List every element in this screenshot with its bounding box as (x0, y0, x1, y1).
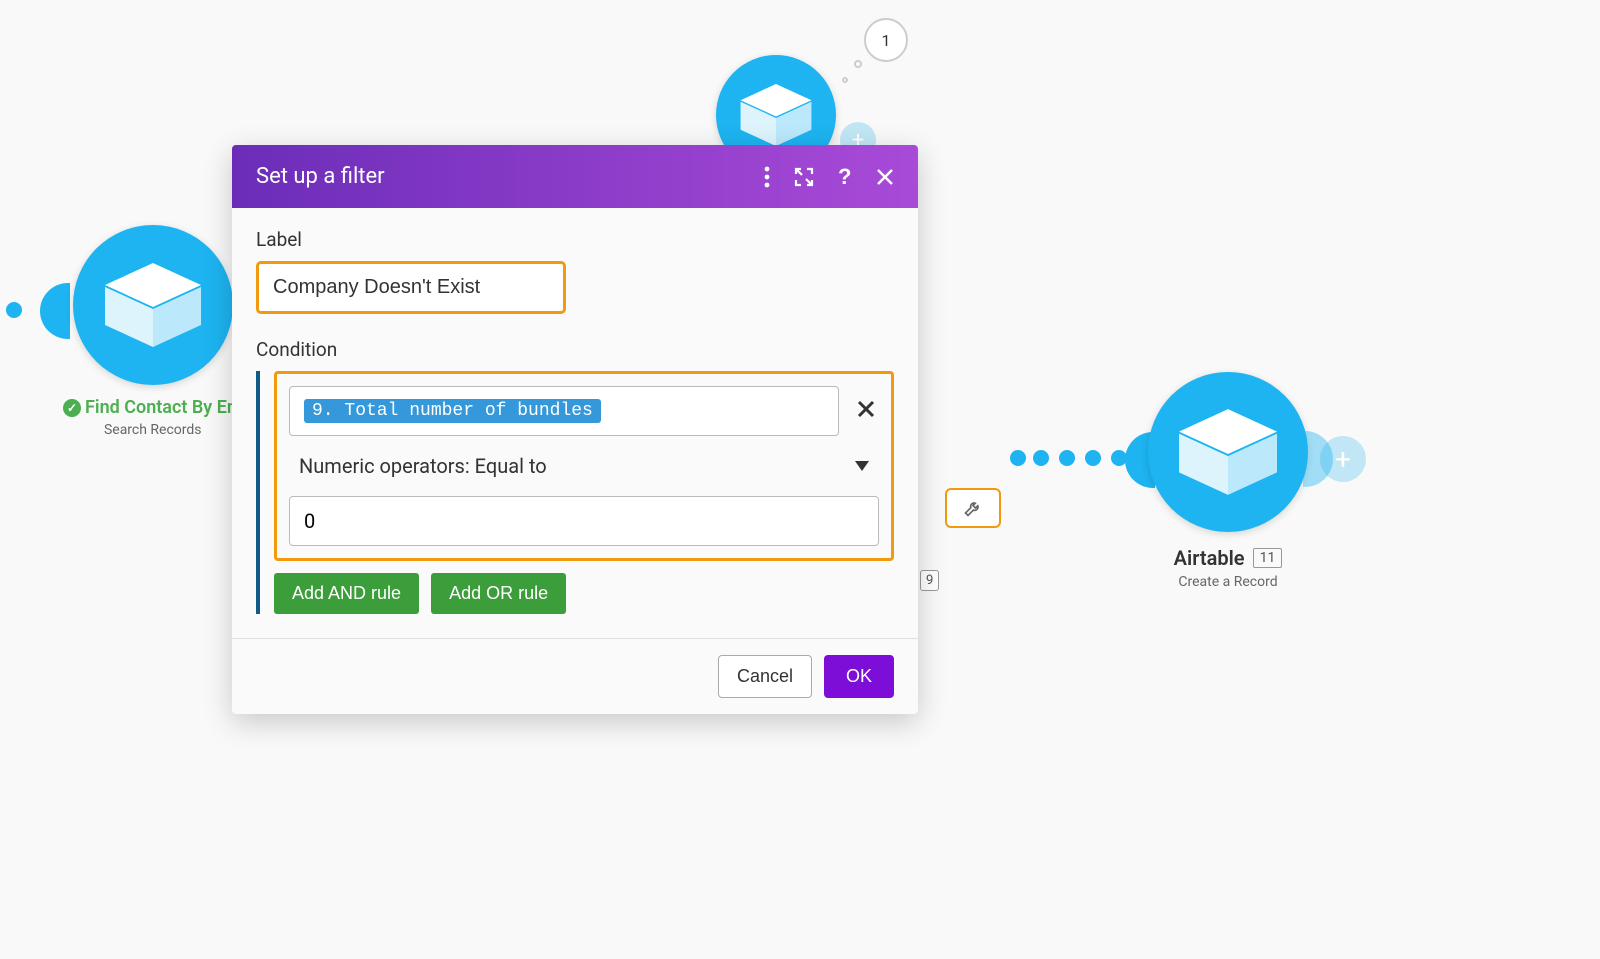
condition-token-input[interactable]: 9. Total number of bundles (289, 386, 839, 436)
side-count-badge: 9 (920, 570, 939, 591)
box-icon (105, 263, 201, 347)
modal-close-button[interactable] (876, 168, 894, 186)
add-or-rule-button[interactable]: Add OR rule (431, 573, 566, 614)
operator-label: Numeric operators: Equal to (299, 454, 547, 478)
expand-icon (794, 167, 814, 187)
modal-footer: Cancel OK (232, 638, 918, 714)
bubble-dot (854, 60, 862, 68)
caret-down-icon (855, 461, 869, 471)
close-icon (876, 168, 894, 186)
filter-modal: Set up a filter ? Label Condition (232, 145, 918, 714)
side-count-value: 9 (926, 573, 933, 588)
svg-text:?: ? (838, 166, 851, 188)
node-label: ✓ Find Contact By Em (63, 397, 243, 418)
canvas-node-left[interactable]: ✓ Find Contact By Em Search Records (63, 225, 243, 438)
modal-help-button[interactable]: ? (838, 166, 852, 188)
help-icon: ? (838, 166, 852, 188)
remove-condition-button[interactable] (853, 397, 879, 425)
count-badge-value: 1 (882, 31, 891, 50)
check-icon: ✓ (63, 399, 81, 417)
filter-wrench-badge[interactable] (945, 488, 1001, 528)
x-icon (857, 400, 875, 418)
operator-select[interactable]: Numeric operators: Equal to (289, 448, 879, 484)
condition-token: 9. Total number of bundles (304, 399, 601, 423)
modal-body: Label Condition 9. Total number of bundl… (232, 208, 918, 638)
node-sublabel: Search Records (104, 422, 202, 438)
node-title-text: Airtable (1174, 546, 1245, 570)
filter-label-input[interactable] (256, 261, 566, 314)
add-and-rule-button[interactable]: Add AND rule (274, 573, 419, 614)
node-label-text: Find Contact By Em (85, 397, 243, 418)
condition-card: 9. Total number of bundles Numeric opera… (274, 371, 894, 561)
condition-field-label: Condition (256, 338, 894, 361)
count-badge: 1 (864, 18, 908, 62)
condition-value: 0 (304, 509, 315, 533)
more-vert-icon (764, 166, 770, 188)
label-field-label: Label (256, 228, 894, 251)
cancel-button[interactable]: Cancel (718, 655, 812, 698)
connector-dot (6, 302, 22, 318)
connector-dot (1010, 450, 1026, 466)
box-icon (740, 84, 812, 146)
node-count: 11 (1253, 548, 1283, 568)
condition-bar (256, 371, 260, 614)
box-icon (1179, 409, 1277, 495)
node-title: Airtable 11 (1174, 546, 1283, 570)
add-connector[interactable]: + (1320, 436, 1366, 482)
modal-menu-button[interactable] (764, 166, 770, 188)
node-action: Create a Record (1178, 574, 1277, 590)
condition-value-input[interactable]: 0 (289, 496, 879, 546)
bubble-dot (842, 77, 848, 83)
ok-button[interactable]: OK (824, 655, 894, 698)
wrench-icon (963, 498, 983, 518)
modal-title: Set up a filter (256, 164, 385, 189)
modal-expand-button[interactable] (794, 167, 814, 187)
modal-header: Set up a filter ? (232, 145, 918, 208)
canvas-node-right[interactable]: Airtable 11 Create a Record (1098, 372, 1308, 590)
